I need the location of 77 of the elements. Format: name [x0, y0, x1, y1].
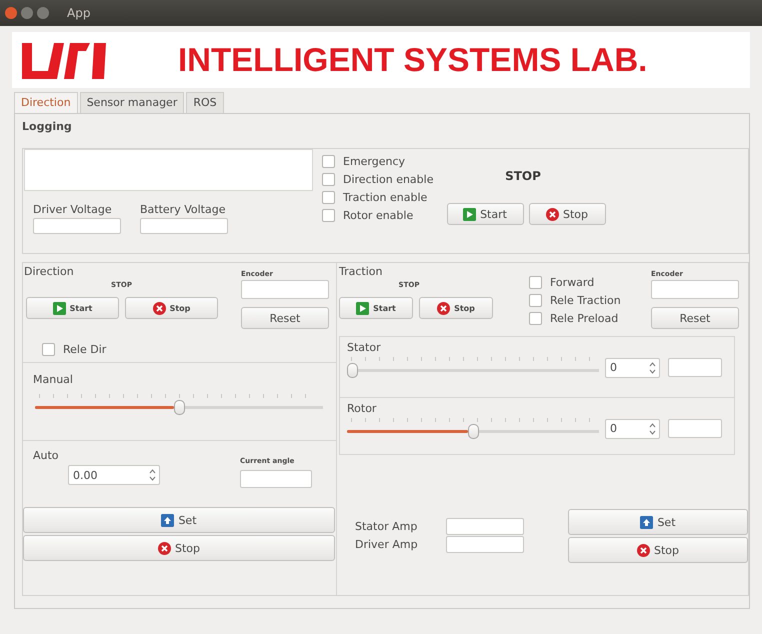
status-text: STOP [505, 169, 541, 183]
window-title: App [67, 6, 90, 20]
play-icon [463, 208, 476, 220]
maximize-button[interactable] [37, 7, 49, 19]
spinner-arrows-icon [649, 422, 656, 436]
checkbox-label: Forward [550, 276, 594, 288]
input-field[interactable] [240, 470, 312, 488]
checkbox-label: Direction enable [343, 172, 434, 186]
slider-thumb[interactable] [347, 363, 358, 378]
stop-button[interactable]: Stop [23, 535, 335, 561]
start-button[interactable]: Start [446, 203, 524, 225]
checkbox[interactable] [322, 190, 335, 204]
group-title: Rotor [347, 402, 378, 417]
checkbox[interactable] [529, 276, 542, 288]
upload-icon [640, 516, 654, 528]
checkbox[interactable] [529, 294, 542, 306]
checkbox-label: Emergency [343, 154, 406, 168]
stop-button[interactable]: Stop [125, 297, 218, 319]
checkbox-label: Rele Preload [550, 312, 618, 324]
stop-button[interactable]: Stop [528, 203, 606, 225]
spinner-arrows-icon [649, 360, 656, 374]
stop-icon [636, 544, 650, 556]
checkbox-label: Rele Traction [550, 294, 621, 306]
minimize-button[interactable] [21, 7, 33, 19]
field-label: Driver Voltage [33, 203, 113, 216]
checkbox-label: Rele Dir [63, 343, 106, 356]
tab[interactable]: Direction [14, 92, 78, 113]
log-text-area[interactable] [24, 149, 313, 191]
input-field[interactable] [651, 280, 739, 299]
input-field[interactable] [33, 218, 121, 234]
set-button[interactable]: Set [568, 509, 748, 535]
input-field[interactable] [446, 518, 524, 534]
group-title: Manual [33, 373, 74, 388]
spin-box[interactable]: 0.00 [68, 465, 160, 485]
field-label: Stator Amp [355, 520, 418, 532]
stop-icon [152, 302, 166, 314]
checkbox-label: Traction enable [343, 190, 428, 204]
set-button[interactable]: Set [23, 507, 335, 533]
stop-button[interactable]: Stop [568, 537, 748, 563]
checkbox[interactable] [529, 312, 542, 324]
start-button[interactable]: Start [26, 297, 119, 319]
group-title: Direction [24, 264, 75, 279]
play-icon [52, 302, 66, 314]
spin-box[interactable]: 0 [605, 418, 660, 438]
tab[interactable]: Sensor manager [80, 92, 184, 113]
group-title: Auto [33, 449, 60, 464]
section-title: Logging [22, 120, 73, 135]
reset-button[interactable]: Reset [241, 307, 329, 329]
lab-title: INTELLIGENT SYSTEMS LAB. [178, 41, 648, 79]
close-button[interactable] [5, 7, 17, 19]
slider-thumb[interactable] [468, 424, 478, 439]
group-title: Traction [339, 264, 384, 279]
group-title: Stator [347, 341, 382, 356]
field-label: Driver Amp [355, 538, 419, 550]
stop-icon [158, 542, 171, 554]
input-field[interactable] [446, 536, 524, 552]
checkbox[interactable] [322, 154, 335, 168]
field-label: Battery Voltage [140, 203, 226, 216]
play-icon [356, 302, 370, 314]
input-field[interactable] [140, 218, 228, 234]
input-field[interactable] [668, 419, 722, 438]
stop-button[interactable]: Stop [419, 297, 493, 319]
checkbox[interactable] [42, 343, 55, 356]
checkbox-label: Rotor enable [343, 208, 414, 222]
stop-icon [546, 208, 559, 220]
start-button[interactable]: Start [339, 297, 413, 319]
reset-button[interactable]: Reset [651, 307, 739, 329]
spin-box[interactable]: 0 [605, 358, 660, 378]
spinner-arrows-icon [149, 468, 156, 482]
stop-icon [437, 302, 450, 314]
tab[interactable]: ROS [186, 92, 224, 113]
input-field[interactable] [241, 280, 329, 299]
upload-icon [161, 514, 174, 526]
slider-thumb[interactable] [174, 400, 184, 415]
input-field[interactable] [668, 358, 722, 377]
checkbox[interactable] [322, 172, 335, 186]
checkbox[interactable] [322, 208, 335, 222]
